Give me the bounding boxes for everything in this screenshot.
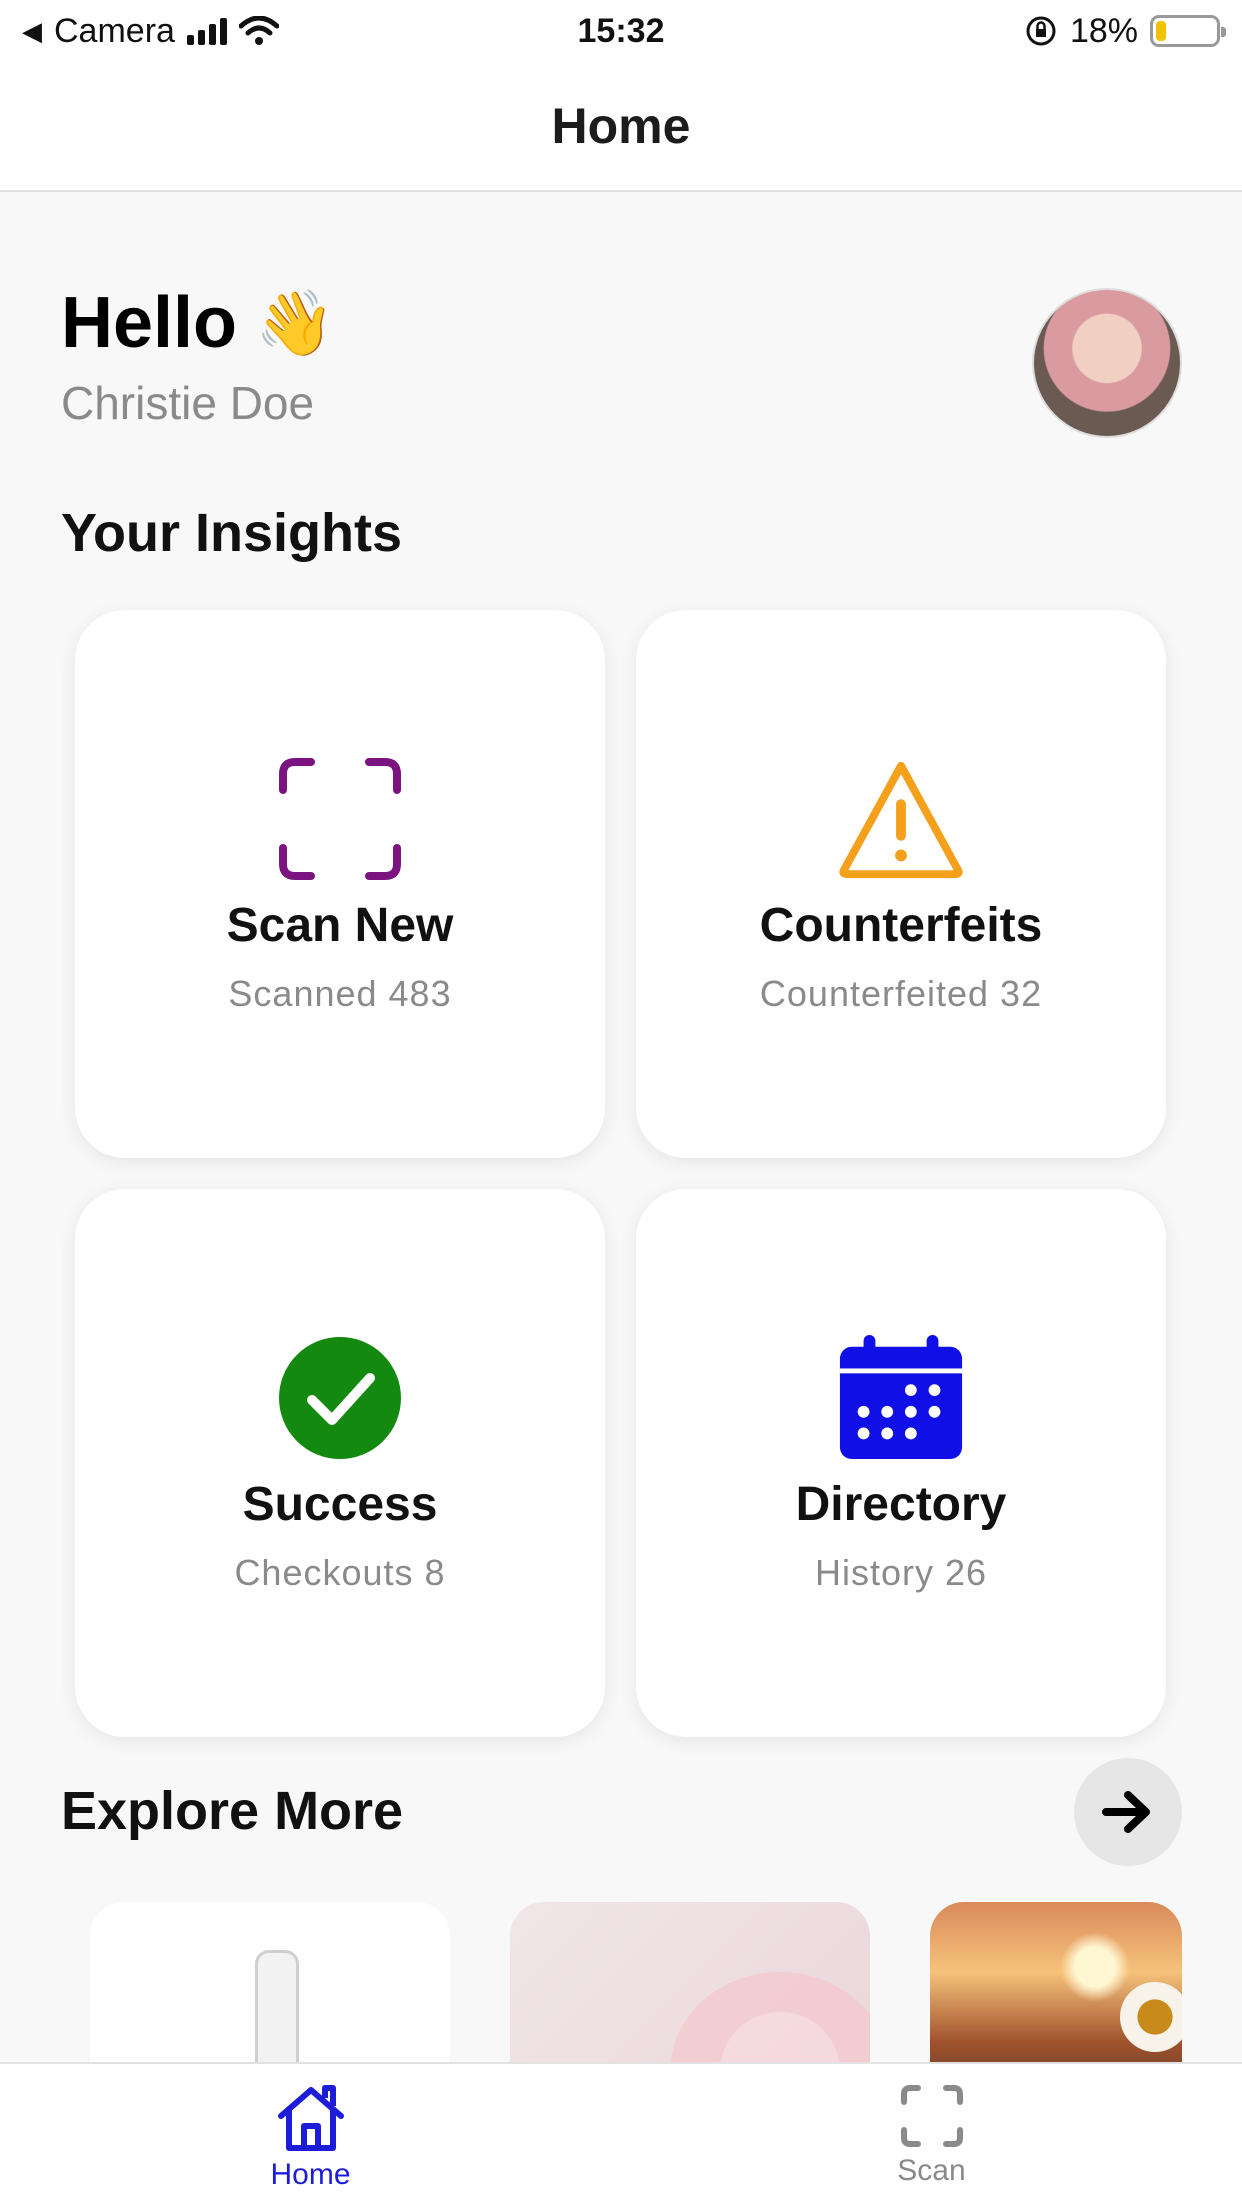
battery-percent: 18% (1069, 11, 1138, 50)
battery-icon (1150, 15, 1226, 47)
explore-more-title: Explore More (61, 1781, 404, 1841)
bottle-image (255, 1950, 299, 2062)
tab-bar: Home Scan (0, 2062, 1242, 2208)
scan-frame-icon (900, 2085, 963, 2147)
warning-triangle-icon (836, 754, 966, 884)
explore-card-bottle[interactable] (90, 1902, 450, 2062)
insights-title: Your Insights (61, 503, 403, 563)
calendar-icon (836, 1333, 966, 1463)
status-bar: ◀ Camera 15:32 18% (0, 0, 1242, 62)
home-content[interactable]: Hello 👋 Christie Doe Your Insights Scan … (0, 192, 1242, 2062)
card-title: Scan New (226, 898, 454, 952)
hello-row: Hello 👋 (61, 282, 335, 364)
card-title: Counterfeits (759, 898, 1043, 952)
home-icon (277, 2085, 344, 2151)
tab-label: Scan (897, 2154, 966, 2187)
greeting: Hello 👋 Christie Doe (61, 282, 335, 430)
insights-grid: Scan New Scanned 483 Counterfeits Counte… (75, 610, 1166, 1737)
back-triangle-icon[interactable]: ◀ (22, 16, 42, 47)
back-app-label[interactable]: Camera (54, 12, 175, 51)
explore-card-flower[interactable] (510, 1902, 870, 2062)
status-bar-right: 18% (1024, 11, 1226, 51)
tab-scan[interactable]: Scan (621, 2064, 1242, 2208)
avatar[interactable] (1032, 288, 1182, 438)
explore-more-button[interactable] (1074, 1758, 1182, 1866)
sun-glow (1060, 1932, 1130, 2002)
card-subtitle: Checkouts 8 (234, 1551, 446, 1593)
user-name: Christie Doe (61, 377, 315, 429)
arrow-right-icon (1102, 1791, 1150, 1833)
navigation-bar: Home (0, 62, 1242, 192)
orientation-lock-icon (1026, 16, 1056, 46)
card-subtitle: Scanned 483 (228, 972, 452, 1014)
waving-hand-icon: 👋 (255, 286, 335, 359)
sunset-daisy-image (1120, 1982, 1182, 2052)
scan-frame-icon (275, 754, 405, 884)
explore-card-sunset[interactable] (930, 1902, 1182, 2062)
card-title: Directory (795, 1477, 1007, 1531)
wifi-icon (238, 16, 279, 45)
tab-home[interactable]: Home (0, 2064, 621, 2208)
page-title: Home (551, 98, 691, 154)
insight-card-scan-new[interactable]: Scan New Scanned 483 (75, 610, 605, 1158)
battery-level (1156, 21, 1167, 41)
status-bar-left[interactable]: ◀ Camera (22, 12, 279, 51)
tab-label: Home (270, 2158, 351, 2191)
hello-text: Hello (61, 283, 238, 363)
card-subtitle: History 26 (814, 1551, 988, 1593)
card-title: Success (242, 1477, 438, 1531)
card-subtitle: Counterfeited 32 (759, 972, 1043, 1014)
insight-card-directory[interactable]: Directory History 26 (636, 1189, 1166, 1737)
insight-card-counterfeits[interactable]: Counterfeits Counterfeited 32 (636, 610, 1166, 1158)
pink-flower-image (670, 1972, 870, 2062)
insight-card-success[interactable]: Success Checkouts 8 (75, 1189, 605, 1737)
check-circle-icon (275, 1333, 405, 1463)
cellular-signal-icon (186, 17, 227, 45)
